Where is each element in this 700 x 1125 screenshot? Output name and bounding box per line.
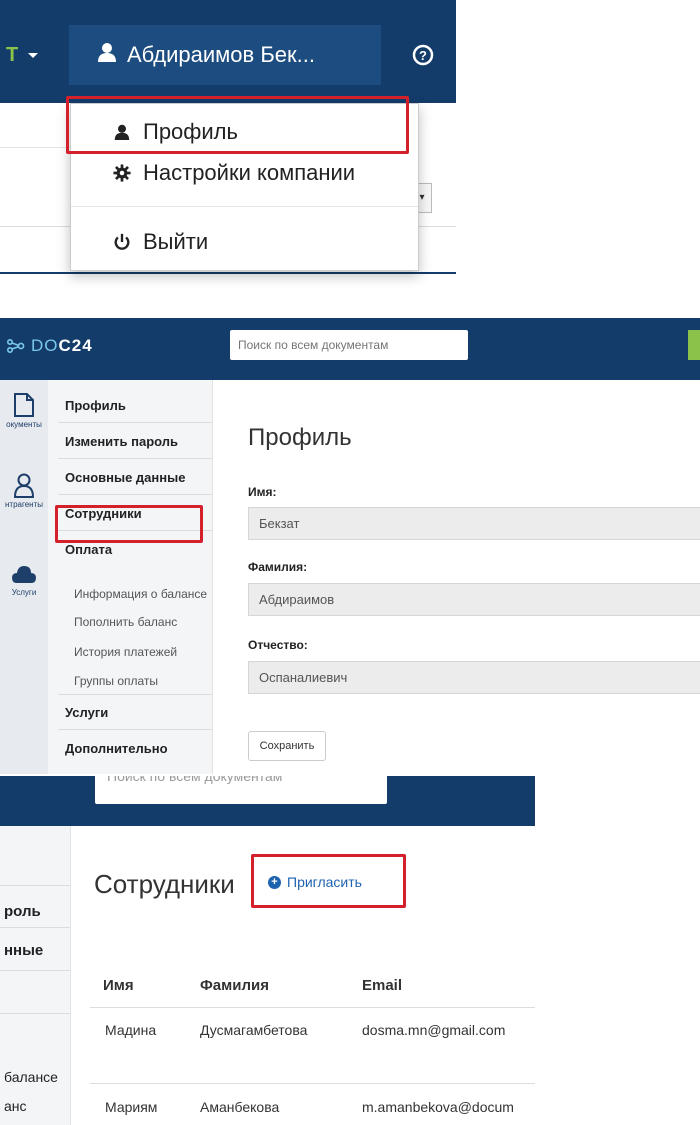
top-navbar: Поиск по всем документам [0,776,535,826]
first-name-label: Имя: [248,485,277,499]
document-icon [14,393,34,417]
power-icon [111,233,133,251]
sidebar-subitem-payment-groups[interactable]: Группы оплаты [74,674,158,688]
search-input[interactable]: Поиск по всем документам [95,776,387,804]
table-cell: Аманбекова [200,1099,280,1115]
divider [58,422,212,423]
table-divider [90,1007,535,1008]
column-header-first-name[interactable]: Имя [103,977,134,994]
employees-page-panel: Поиск по всем документам роль нные балан… [0,776,535,1125]
menu-item-label: Выйти [143,229,209,254]
menu-item-logout[interactable]: Выйти [71,223,418,261]
top-navbar: DO C24 [0,318,700,380]
sidebar-item-change-password[interactable]: Изменить пароль [65,434,178,449]
highlight-box [251,854,406,908]
sidebar-item-additional[interactable]: Дополнительно [65,741,168,756]
help-icon[interactable]: ? [412,44,434,66]
cloud-icon [12,566,36,583]
company-dropdown-toggle[interactable]: T [6,44,38,67]
table-divider [90,1083,535,1084]
last-name-field[interactable]: Абдираимов [248,583,700,616]
table-cell: dosma.mn@gmail.com [362,1022,506,1038]
profile-page-panel: DOC24 окументы нтрагенты Услуги Профиль … [0,318,700,774]
rail-item-documents[interactable]: окументы [0,392,48,429]
table-cell: Дусмагамбетова [200,1022,308,1038]
divider [0,885,70,886]
settings-sidebar: роль нные балансе анс [0,826,71,1125]
first-name-field[interactable]: Бекзат [248,507,700,540]
sidebar-item-services[interactable]: Услуги [65,705,108,720]
patronymic-field[interactable]: Оспаналиевич [248,661,700,694]
contacts-icon [13,473,35,498]
page-title: Профиль [248,424,352,451]
settings-sidebar: Профиль Изменить пароль Основные данные … [48,380,213,774]
user-icon [97,42,117,68]
rail-item-contacts[interactable]: нтрагенты [0,472,48,509]
sidebar-subitem-balance-info[interactable]: балансе [4,1069,58,1085]
menu-divider [71,206,418,207]
menu-item-label: Настройки компании [143,160,356,185]
divider [0,970,70,971]
sidebar-item-main-data[interactable]: Основные данные [65,470,185,485]
logo-text-suffix: C24 [58,336,93,355]
sidebar-item-profile[interactable]: Профиль [65,398,126,413]
divider [58,494,212,495]
highlight-box [66,96,409,154]
sidebar-item-payment[interactable]: Оплата [65,542,112,557]
search-input[interactable] [230,330,468,360]
logo-mark-icon [6,337,28,355]
app-logo[interactable]: DO C24 [6,336,93,356]
sidebar-subitem-top-up[interactable]: анс [4,1098,27,1114]
icon-rail: окументы нтрагенты Услуги [0,380,48,774]
last-name-label: Фамилия: [248,560,308,574]
divider [0,927,70,928]
svg-text:?: ? [419,48,427,63]
divider [0,1013,70,1014]
menu-item-company-settings[interactable]: Настройки компании [71,154,418,192]
table-cell: Мадина [105,1022,157,1038]
sidebar-item-main-data[interactable]: нные [4,942,43,959]
rail-label: окументы [6,420,42,429]
divider [0,272,456,274]
save-button[interactable]: Сохранить [248,731,326,761]
logo-text-prefix: DO [31,336,59,355]
user-dropdown-panel: T Абдираимов Бек... ? ▾ Профиль Настройк… [0,0,456,316]
column-header-last-name[interactable]: Фамилия [200,977,269,994]
rail-item-services[interactable]: Услуги [0,562,48,597]
divider [58,458,212,459]
divider [58,694,212,695]
rail-label: Услуги [11,588,37,597]
top-navbar: T Абдираимов Бек... ? [0,0,456,103]
action-button[interactable] [688,330,700,360]
sidebar-subitem-top-up[interactable]: Пополнить баланс [74,615,177,629]
sidebar-item-change-password[interactable]: роль [4,903,41,920]
rail-label: нтрагенты [4,500,43,509]
user-name: Абдираимов Бек... [127,42,315,67]
gear-icon [111,164,133,182]
highlight-box [55,505,203,543]
table-cell: Мариям [105,1099,158,1115]
sidebar-subitem-balance-info[interactable]: Информация о балансе [74,587,207,601]
column-header-email[interactable]: Email [362,977,402,994]
search-placeholder: Поиск по всем документам [107,776,283,784]
patronymic-label: Отчество: [248,638,308,652]
divider [58,729,212,730]
page-title: Сотрудники [94,869,235,899]
table-cell: m.amanbekova@docum [362,1099,514,1115]
user-menu-button[interactable]: Абдираимов Бек... [69,25,381,85]
sidebar-subitem-payment-history[interactable]: История платежей [74,645,177,659]
